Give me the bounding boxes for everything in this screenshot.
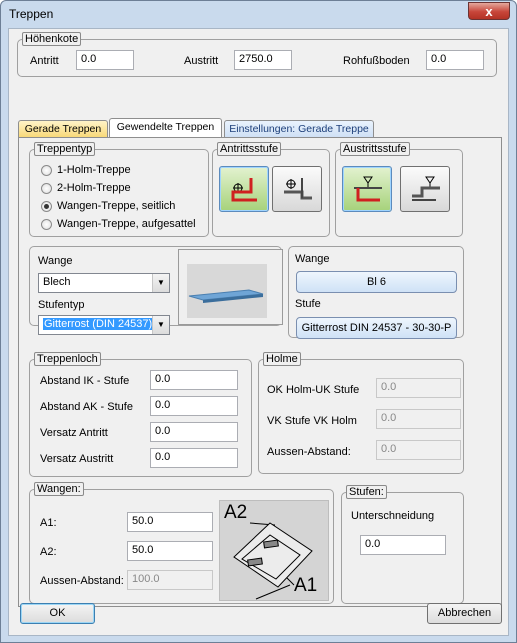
radio-indicator[interactable]	[41, 219, 52, 230]
wangen-aussen-abstand-label: Aussen-Abstand:	[40, 575, 124, 587]
title-bar: Treppen x	[1, 1, 516, 27]
a1-label: A1:	[40, 517, 57, 529]
antrittsstufe-option-1-button[interactable]	[219, 166, 269, 212]
holme-aussen-abstand-input[interactable]: 0.0	[376, 440, 461, 460]
ok-holm-uk-stufe-label: OK Holm-UK Stufe	[267, 384, 360, 396]
treppenloch-group: Treppenloch Abstand IK - Stufe 0.0 Absta…	[29, 352, 252, 477]
unterschneidung-input[interactable]: 0.0	[360, 535, 446, 555]
holme-aussen-abstand-label: Aussen-Abstand:	[267, 446, 351, 458]
diagram-a2-label: A2	[224, 502, 248, 523]
radio-label: 1-Holm-Treppe	[57, 164, 131, 176]
antrittsstufe-group: Antrittsstufe	[212, 142, 330, 237]
ok-holm-uk-stufe-input[interactable]: 0.0	[376, 378, 461, 398]
versatz-austritt-input[interactable]: 0.0	[150, 448, 238, 468]
dialog-client-area: Höhenkote Antritt 0.0 Austritt 2750.0 Ro…	[8, 28, 509, 636]
vk-stufe-vk-holm-label: VK Stufe VK Holm	[267, 415, 357, 427]
wangen-diagram: A2 A1	[219, 500, 329, 601]
austrittsstufe-option-2-button[interactable]	[400, 166, 450, 212]
stufe-gitterrost-button[interactable]: Gitterrost DIN 24537 - 30-30-P	[296, 317, 457, 339]
holme-legend: Holme	[263, 352, 301, 366]
wange-summary-label: Wange	[295, 253, 330, 265]
austrittsstufe-legend: Austrittsstufe	[340, 142, 410, 156]
tab-bar: Gerade Treppen Gewendelte Treppen Einste…	[18, 118, 498, 138]
stair-top-red-icon	[354, 176, 382, 202]
stufentyp-label: Stufentyp	[38, 299, 85, 311]
tab-panel: Treppentyp 1-Holm-Treppe 2-Holm-Treppe W…	[18, 137, 502, 607]
versatz-antritt-input[interactable]: 0.0	[150, 422, 238, 442]
stufen-legend: Stufen:	[346, 485, 387, 499]
antritt-input[interactable]: 0.0	[76, 50, 134, 70]
wange-bl6-button[interactable]: Bl 6	[296, 271, 457, 293]
austritt-label: Austritt	[184, 55, 219, 67]
wange-select[interactable]: Blech ▼	[38, 273, 170, 293]
hoehenkote-legend: Höhenkote	[22, 32, 82, 46]
stair-step-gray-icon	[284, 178, 312, 200]
wange-preview	[178, 249, 283, 325]
wange-select-value: Blech	[43, 276, 71, 288]
a2-input[interactable]: 50.0	[127, 541, 213, 561]
radio-label: Wangen-Treppe, aufgesattel	[57, 218, 196, 230]
treppenloch-legend: Treppenloch	[34, 352, 101, 366]
stair-step-red-icon	[231, 178, 257, 202]
rohfussboden-input[interactable]: 0.0	[426, 50, 484, 70]
plate-preview-image	[187, 264, 267, 318]
tab-gewendelte-treppen[interactable]: Gewendelte Treppen	[109, 118, 222, 137]
diagram-a1-label: A1	[294, 575, 318, 596]
dialog-window: Treppen x Höhenkote Antritt 0.0 Austritt…	[0, 0, 517, 643]
abstand-ik-stufe-input[interactable]: 0.0	[150, 370, 238, 390]
cancel-button[interactable]: Abbrechen	[427, 603, 502, 624]
treppentyp-legend: Treppentyp	[34, 142, 96, 156]
vk-stufe-vk-holm-input[interactable]: 0.0	[376, 409, 461, 429]
treppentyp-group: Treppentyp 1-Holm-Treppe 2-Holm-Treppe W…	[29, 142, 209, 237]
stufentyp-select[interactable]: Gitterrost (DIN 24537) ▼	[38, 315, 170, 335]
abstand-ak-stufe-input[interactable]: 0.0	[150, 396, 238, 416]
stufe-summary-label: Stufe	[295, 298, 321, 310]
austrittsstufe-option-1-button[interactable]	[342, 166, 392, 212]
tab-einstellungen-gerade-treppe[interactable]: Einstellungen: Gerade Treppe	[224, 120, 374, 137]
chevron-down-icon[interactable]: ▼	[152, 316, 169, 334]
hoehenkote-group: Höhenkote Antritt 0.0 Austritt 2750.0 Ro…	[17, 32, 497, 77]
stair-top-gray-icon	[412, 176, 440, 201]
austrittsstufe-group: Austrittsstufe	[335, 142, 463, 237]
chevron-down-icon[interactable]: ▼	[152, 274, 169, 292]
tab-gerade-treppen[interactable]: Gerade Treppen	[18, 120, 108, 137]
austritt-input[interactable]: 2750.0	[234, 50, 292, 70]
wangen-aussen-abstand-input[interactable]: 100.0	[127, 570, 213, 590]
close-button[interactable]: x	[468, 2, 510, 20]
holme-group: Holme OK Holm-UK Stufe 0.0 VK Stufe VK H…	[258, 352, 464, 474]
wange-label: Wange	[38, 255, 73, 267]
unterschneidung-label: Unterschneidung	[351, 510, 435, 522]
radio-indicator[interactable]	[41, 183, 52, 194]
antrittsstufe-option-2-button[interactable]	[272, 166, 322, 212]
versatz-antritt-label: Versatz Antritt	[40, 427, 108, 439]
radio-indicator[interactable]	[41, 165, 52, 176]
antrittsstufe-legend: Antrittsstufe	[217, 142, 282, 156]
a2-label: A2:	[40, 546, 57, 558]
radio-indicator[interactable]	[41, 201, 52, 212]
abstand-ik-stufe-label: Abstand IK - Stufe	[40, 375, 130, 387]
window-title: Treppen	[9, 7, 54, 21]
abstand-ak-stufe-label: Abstand AK - Stufe	[40, 401, 133, 413]
wangen-group: Wangen: A1: 50.0 A2: 50.0 Aussen-Abstand…	[29, 482, 334, 604]
wange-summary-group: Wange Bl 6 Stufe Gitterrost DIN 24537 - …	[288, 246, 464, 339]
radio-label: Wangen-Treppe, seitlich	[57, 200, 176, 212]
rohfussboden-label: Rohfußboden	[343, 55, 410, 67]
antritt-label: Antritt	[30, 55, 59, 67]
stufen-group: Stufen: Unterschneidung 0.0	[341, 485, 464, 604]
wange-settings-group: Wange Blech ▼ Stufentyp Gitterrost (DIN …	[29, 246, 283, 335]
a1-input[interactable]: 50.0	[127, 512, 213, 532]
ok-button[interactable]: OK	[20, 603, 95, 624]
stufentyp-select-value: Gitterrost (DIN 24537)	[43, 318, 154, 330]
radio-label: 2-Holm-Treppe	[57, 182, 131, 194]
versatz-austritt-label: Versatz Austritt	[40, 453, 114, 465]
wangen-legend: Wangen:	[34, 482, 84, 496]
